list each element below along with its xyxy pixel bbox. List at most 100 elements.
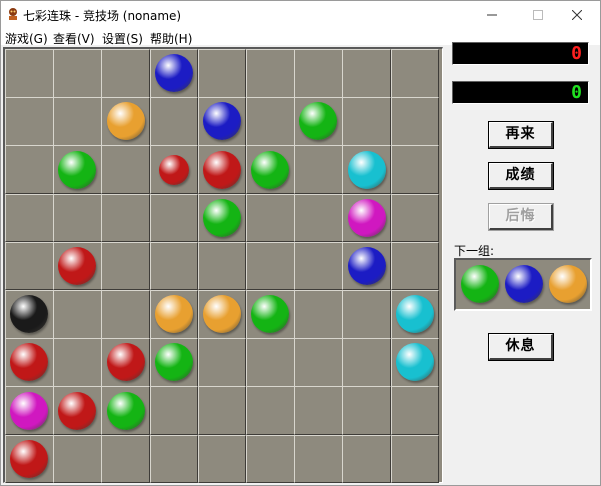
scores-button[interactable]: 成绩 (488, 162, 554, 190)
next-ball-green (461, 265, 499, 303)
board-cell[interactable] (294, 338, 343, 387)
ball-red[interactable] (202, 150, 241, 189)
game-window: 七彩连珠 - 竞技场 (noname) 游戏(G) 查看(V) 设置(S) 帮助… (0, 0, 601, 486)
ball-magenta[interactable] (10, 391, 49, 430)
board-cell[interactable] (342, 338, 392, 387)
minimize-icon (487, 14, 497, 16)
ball-blue[interactable] (154, 54, 193, 93)
board-cell[interactable] (342, 290, 392, 339)
board-cell[interactable] (53, 434, 102, 484)
ball-green[interactable] (58, 150, 97, 189)
ball-green[interactable] (202, 198, 241, 237)
menu-view[interactable]: 查看(V) (53, 30, 95, 47)
ball-green[interactable] (106, 391, 145, 430)
board-cell[interactable] (149, 386, 199, 436)
board-cell[interactable] (246, 434, 295, 484)
board-cell[interactable] (246, 193, 295, 243)
board-cell[interactable] (390, 97, 440, 146)
menu-help[interactable]: 帮助(H) (150, 30, 192, 47)
ball-cyan[interactable] (347, 150, 386, 189)
board-cell[interactable] (5, 193, 54, 243)
board-cell[interactable] (294, 193, 343, 243)
board-cell[interactable] (246, 97, 295, 146)
menu-game[interactable]: 游戏(G) (5, 30, 48, 47)
board-cell[interactable] (197, 386, 247, 436)
board-cell[interactable] (5, 97, 54, 146)
board-cell[interactable] (390, 434, 440, 484)
board-cell[interactable] (342, 434, 392, 484)
board-cell[interactable] (294, 145, 343, 195)
window-title: 七彩连珠 - 竞技场 (noname) (23, 9, 182, 23)
board-cell[interactable] (5, 145, 54, 195)
ball-red[interactable] (58, 391, 97, 430)
board-cell[interactable] (390, 193, 440, 243)
board-cell[interactable] (294, 290, 343, 339)
board-cell[interactable] (101, 241, 151, 291)
menu-settings[interactable]: 设置(S) (102, 30, 143, 47)
ball-black[interactable] (10, 295, 49, 334)
board-cell[interactable] (390, 241, 440, 291)
board-cell[interactable] (101, 193, 151, 243)
board-cell[interactable] (197, 49, 247, 98)
close-button[interactable] (554, 1, 600, 29)
close-icon (572, 10, 582, 20)
board-cell[interactable] (294, 434, 343, 484)
ball-red[interactable] (10, 439, 49, 478)
pause-button[interactable]: 休息 (488, 333, 554, 361)
board-cell[interactable] (197, 241, 247, 291)
board-cell[interactable] (197, 434, 247, 484)
board-cell[interactable] (246, 241, 295, 291)
next-ball-orange (549, 265, 587, 303)
board-cell[interactable] (390, 145, 440, 195)
ball-red[interactable] (158, 154, 189, 185)
board-cell[interactable] (53, 290, 102, 339)
next-group-label: 下一组: (454, 244, 495, 258)
board-cell[interactable] (149, 241, 199, 291)
board-cell[interactable] (390, 49, 440, 98)
maximize-icon (533, 10, 543, 20)
board-cell[interactable] (53, 97, 102, 146)
board-cell[interactable] (246, 338, 295, 387)
board-cell[interactable] (294, 49, 343, 98)
board-cell[interactable] (53, 338, 102, 387)
board-cell[interactable] (53, 193, 102, 243)
ball-cyan[interactable] (395, 343, 434, 382)
game-board[interactable] (3, 47, 443, 484)
ball-green[interactable] (154, 343, 193, 382)
ball-orange[interactable] (202, 295, 241, 334)
board-cell[interactable] (149, 434, 199, 484)
board-cell[interactable] (5, 241, 54, 291)
board-cell[interactable] (101, 290, 151, 339)
board-cell[interactable] (342, 97, 392, 146)
app-icon (9, 8, 17, 20)
ball-blue[interactable] (202, 102, 241, 141)
ball-orange[interactable] (106, 102, 145, 141)
board-cell[interactable] (149, 193, 199, 243)
board-cell[interactable] (294, 241, 343, 291)
ball-orange[interactable] (154, 295, 193, 334)
board-cell[interactable] (246, 49, 295, 98)
ball-green[interactable] (251, 295, 290, 334)
board-cell[interactable] (342, 49, 392, 98)
ball-red[interactable] (58, 246, 97, 285)
board-cell[interactable] (246, 386, 295, 436)
board-cell[interactable] (390, 386, 440, 436)
board-cell[interactable] (53, 49, 102, 98)
board-cell[interactable] (101, 145, 151, 195)
ball-magenta[interactable] (347, 198, 386, 237)
ball-blue[interactable] (347, 246, 386, 285)
board-cell[interactable] (294, 386, 343, 436)
board-cell[interactable] (5, 49, 54, 98)
board-cell[interactable] (101, 49, 151, 98)
ball-red[interactable] (106, 343, 145, 382)
restart-button[interactable]: 再来 (488, 121, 554, 149)
minimize-button[interactable] (469, 1, 515, 29)
undo-button[interactable]: 后悔 (488, 203, 554, 231)
title-bar[interactable]: 七彩连珠 - 竞技场 (noname) (1, 1, 600, 29)
board-cell[interactable] (342, 386, 392, 436)
board-cell[interactable] (101, 434, 151, 484)
board-cell[interactable] (149, 97, 199, 146)
ball-cyan[interactable] (395, 295, 434, 334)
ball-green[interactable] (251, 150, 290, 189)
board-cell[interactable] (197, 338, 247, 387)
